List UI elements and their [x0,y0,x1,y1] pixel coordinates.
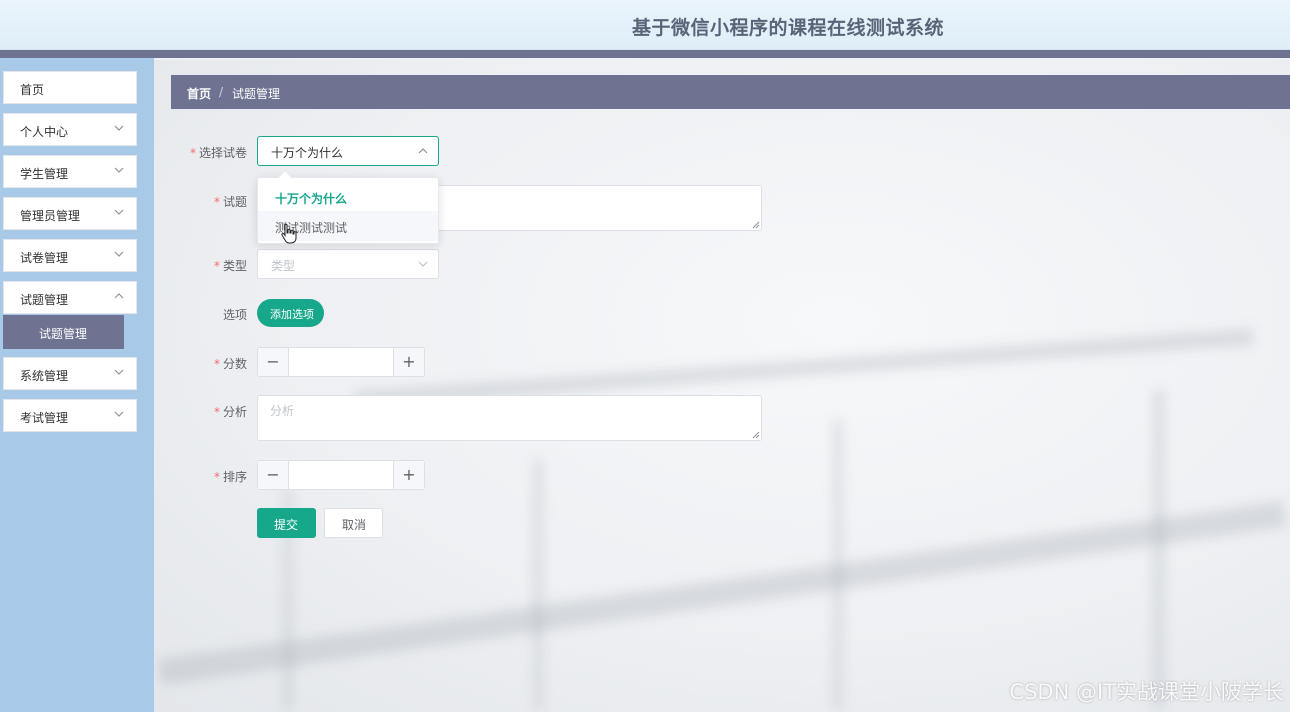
sidebar-item-papers[interactable]: 试卷管理 [3,239,137,272]
resize-grip-icon[interactable] [752,431,760,439]
app-title: 基于微信小程序的课程在线测试系统 [632,17,945,39]
sort-decrement-button[interactable]: − [258,461,289,489]
background-blur [1154,390,1164,710]
type-select[interactable]: 类型 [257,249,439,279]
sidebar-item-label: 考试管理 [20,411,69,425]
chevron-up-icon [418,148,428,154]
sidebar-item-label: 系统管理 [20,369,69,383]
hand-pointer-icon [281,223,297,244]
sidebar-item-label: 个人中心 [20,125,69,139]
header-bar [0,50,1290,58]
watermark: CSDN @IT实战课堂小陂学长 [1009,680,1284,704]
sidebar-item-home[interactable]: 首页 [3,71,137,104]
analysis-label: * 分析 [213,405,247,419]
sort-label: * 排序 [213,470,247,484]
sidebar-subitem-questions[interactable]: 试题管理 [3,315,124,349]
sidebar-subitem-label: 试题管理 [39,327,88,341]
sidebar-item-students[interactable]: 学生管理 [3,155,137,188]
paper-select[interactable]: 十万个为什么 [257,136,439,166]
score-stepper[interactable]: − + [257,347,425,377]
paper-label: * 选择试卷 [189,146,247,160]
sidebar-item-label: 管理员管理 [20,209,81,223]
breadcrumb-home[interactable]: 首页 [187,85,211,102]
chevron-down-icon [114,209,124,215]
analysis-placeholder: 分析 [270,404,295,418]
chevron-down-icon [114,411,124,417]
resize-grip-icon[interactable] [752,221,760,229]
type-select-placeholder: 类型 [271,259,296,273]
background-blur [534,460,542,710]
sort-increment-button[interactable]: + [393,461,424,489]
sidebar-item-label: 试题管理 [20,293,69,307]
sort-stepper[interactable]: − + [257,460,425,490]
dropdown-option-selected[interactable]: 十万个为什么 [258,182,438,212]
app-header: 基于微信小程序的课程在线测试系统 [0,0,1290,50]
paper-select-value: 十万个为什么 [271,146,344,160]
breadcrumb-separator: / [219,85,224,99]
sidebar-item-system[interactable]: 系统管理 [3,357,137,390]
sidebar-item-exams[interactable]: 考试管理 [3,399,137,432]
chevron-down-icon [114,369,124,375]
score-label: * 分数 [213,357,247,371]
sidebar-item-personal-center[interactable]: 个人中心 [3,113,137,146]
sidebar-item-label: 学生管理 [20,167,69,181]
cancel-button[interactable]: 取消 [324,508,383,538]
analysis-textarea[interactable]: 分析 [257,395,762,441]
chevron-down-icon [418,261,428,267]
chevron-down-icon [114,251,124,257]
question-label: * 试题 [213,195,247,209]
add-option-button[interactable]: 添加选项 [257,299,324,327]
breadcrumb: 首页 / 试题管理 [171,75,1290,109]
sidebar-item-label: 首页 [20,83,45,97]
score-increment-button[interactable]: + [393,348,424,376]
breadcrumb-current: 试题管理 [232,87,281,101]
background-blur [834,420,842,710]
score-decrement-button[interactable]: − [258,348,289,376]
chevron-up-icon [114,293,124,299]
submit-button[interactable]: 提交 [257,508,316,538]
sidebar-item-label: 试卷管理 [20,251,69,265]
options-label: 选项 [222,308,247,322]
chevron-down-icon [114,167,124,173]
type-label: * 类型 [213,259,247,273]
chevron-down-icon [114,125,124,131]
sidebar-item-questions[interactable]: 试题管理 [3,281,137,314]
sidebar-item-admins[interactable]: 管理员管理 [3,197,137,230]
